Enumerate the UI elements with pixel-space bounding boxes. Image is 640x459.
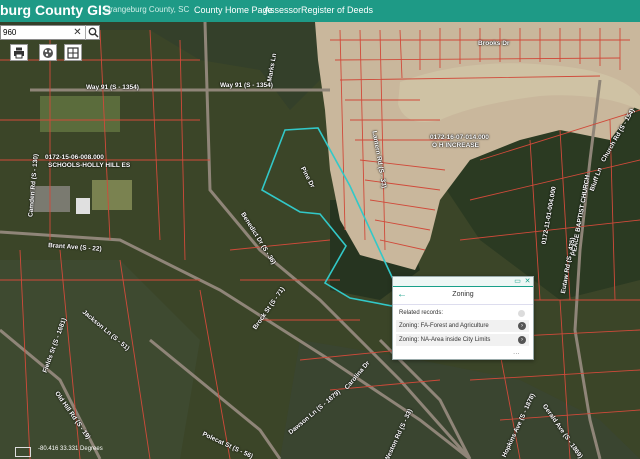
more-options-icon[interactable]: ... bbox=[513, 347, 520, 356]
map-label-school-name: SCHOOLS-HOLLY HILL ES bbox=[48, 162, 131, 169]
related-record-item[interactable]: Zoning: NA-Area inside City Limits › bbox=[396, 334, 529, 346]
maximize-icon[interactable]: ▭ bbox=[513, 277, 522, 286]
scale-bar bbox=[15, 447, 31, 457]
chevron-right-icon: › bbox=[518, 336, 526, 344]
map-label-brooks: Brooks Dr bbox=[478, 40, 510, 47]
coordinate-readout: -80.416 33.331 Degrees bbox=[38, 446, 103, 452]
print-icon bbox=[14, 47, 24, 59]
related-records-toggle[interactable] bbox=[518, 310, 525, 317]
map-view[interactable]: Way 91 (S - 1354) Way 91 (S - 1354) Broo… bbox=[0, 22, 640, 459]
nav-county-home[interactable]: County Home Page bbox=[194, 5, 273, 15]
chevron-right-icon: › bbox=[518, 322, 526, 330]
print-button[interactable] bbox=[10, 44, 28, 61]
map-label-way91: Way 91 (S - 1354) bbox=[86, 84, 139, 91]
map-label-parcel-sub-owner: O H INCREASE bbox=[432, 142, 479, 149]
map-label-way91-east: Way 91 (S - 1354) bbox=[220, 82, 273, 89]
app-subtitle: Orangeburg County, SC bbox=[104, 5, 190, 14]
layers-icon bbox=[67, 47, 79, 59]
search-input[interactable] bbox=[1, 26, 71, 39]
search-button[interactable] bbox=[85, 25, 101, 40]
map-label-parcel-school: 0172-15-06-008.000 bbox=[45, 154, 104, 161]
search-icon bbox=[88, 27, 99, 38]
close-icon[interactable]: ✕ bbox=[523, 277, 532, 286]
app-header: burg County GIS Orangeburg County, SC Co… bbox=[0, 0, 640, 22]
basemap-button[interactable] bbox=[39, 44, 57, 61]
popup-header: ← Zoning bbox=[393, 287, 533, 305]
related-record-item[interactable]: Zoning: FA-Forest and Agriculture › bbox=[396, 320, 529, 332]
search-box: ✕ bbox=[0, 25, 100, 40]
layers-button[interactable] bbox=[64, 44, 82, 61]
popup-titlebar: ▭ ✕ bbox=[393, 277, 533, 287]
clear-search-button[interactable]: ✕ bbox=[71, 26, 84, 39]
related-records-label: Related records: bbox=[399, 310, 444, 316]
related-record-label: Zoning: NA-Area inside City Limits bbox=[399, 337, 491, 343]
app-title: burg County GIS bbox=[0, 2, 112, 18]
map-label-parcel-sub: 0172-16-07-014.000 bbox=[430, 134, 489, 141]
zoning-popup: ▭ ✕ ← Zoning Related records: Zoning: FA… bbox=[392, 276, 534, 360]
popup-title: Zoning bbox=[452, 291, 474, 298]
nav-register-of-deeds[interactable]: Register of Deeds bbox=[301, 5, 373, 15]
nav-assessor[interactable]: Assessor bbox=[264, 5, 301, 15]
basemap-icon bbox=[43, 48, 53, 58]
related-record-label: Zoning: FA-Forest and Agriculture bbox=[399, 323, 489, 329]
